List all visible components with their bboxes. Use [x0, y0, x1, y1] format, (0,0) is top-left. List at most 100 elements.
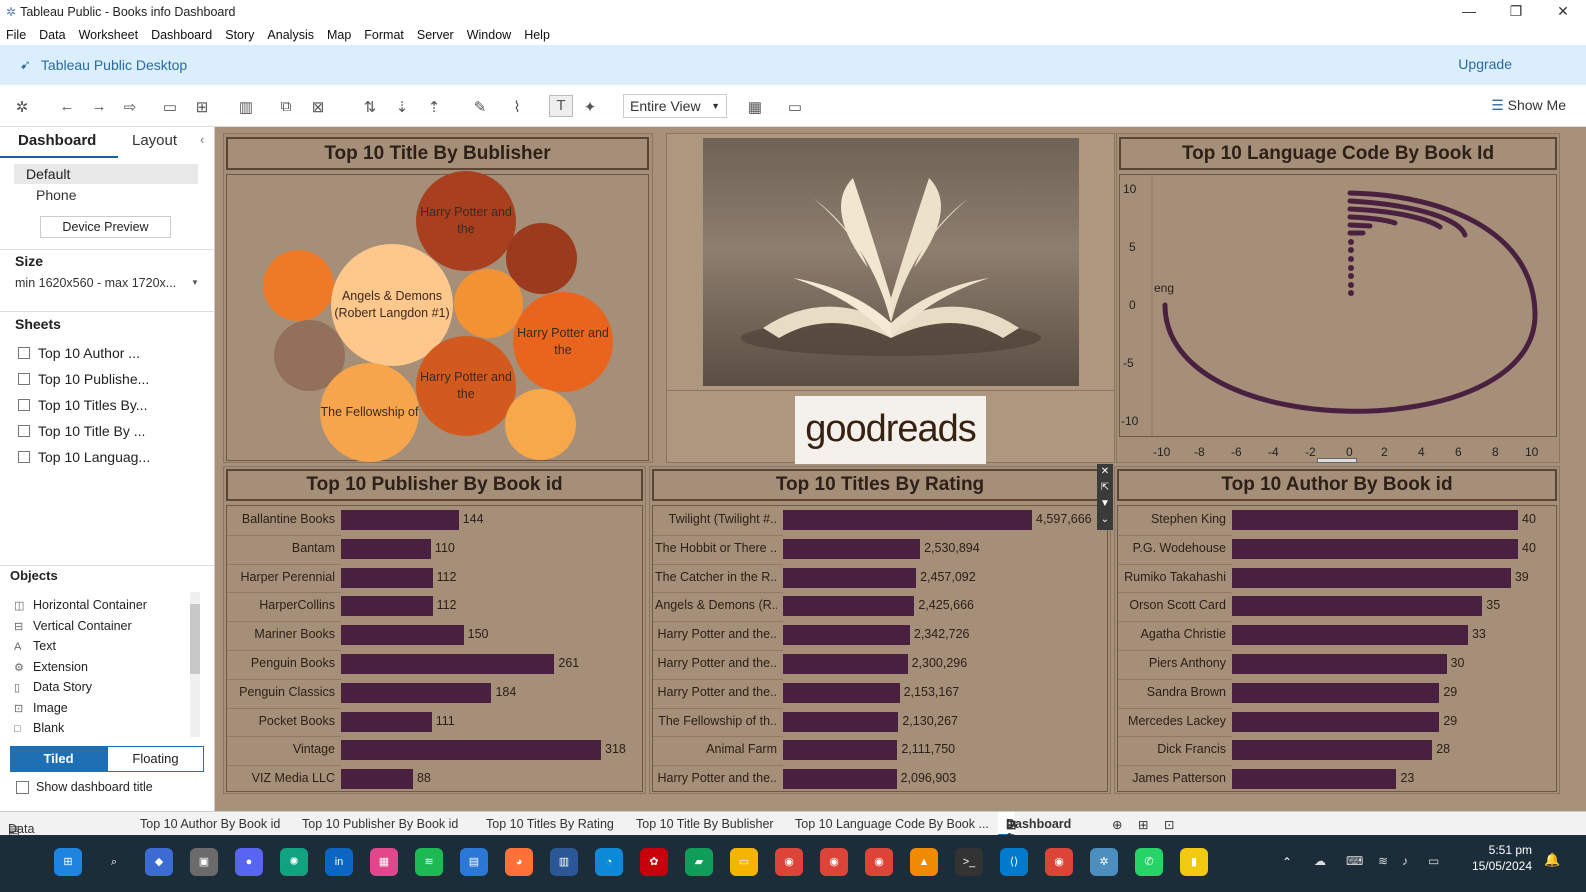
- replay-icon[interactable]: ⇨: [120, 98, 140, 116]
- objects-scrollbar[interactable]: [190, 592, 200, 737]
- chrome-icon[interactable]: ◉: [1045, 848, 1073, 876]
- tableau-logo-icon[interactable]: ✲: [12, 98, 32, 116]
- classroom-icon[interactable]: ▰: [685, 848, 713, 876]
- bar[interactable]: [1232, 769, 1397, 790]
- bar[interactable]: [341, 625, 464, 646]
- remove-icon[interactable]: ✕: [1097, 464, 1113, 480]
- author-chart-zone[interactable]: Top 10 Author By Book id Stephen King 40 P…: [1114, 466, 1560, 794]
- search-icon[interactable]: ⌕: [100, 848, 128, 876]
- menu-window[interactable]: Window: [467, 28, 511, 42]
- minimize-button[interactable]: —: [1446, 0, 1492, 24]
- new-worksheet-tab-icon[interactable]: ⊕: [1112, 817, 1122, 832]
- sheet-tab[interactable]: Top 10 Publisher By Book id: [302, 817, 458, 831]
- bar[interactable]: [1232, 596, 1483, 617]
- show-cards-icon[interactable]: ▦: [745, 98, 765, 116]
- collapse-icon[interactable]: ‹: [200, 132, 204, 147]
- bar[interactable]: [783, 567, 917, 588]
- undo-icon[interactable]: ←: [57, 98, 77, 115]
- bar[interactable]: [341, 510, 459, 530]
- sheet-tab[interactable]: Top 10 Titles By Rating: [486, 817, 614, 831]
- bar[interactable]: [1232, 625, 1468, 646]
- bar[interactable]: [783, 682, 900, 703]
- object-extension[interactable]: ⚙ Extension: [14, 660, 88, 674]
- clear-sheet-icon[interactable]: ⊠: [308, 98, 328, 116]
- notepad-icon[interactable]: ▥: [550, 848, 578, 876]
- bar[interactable]: [1232, 682, 1440, 703]
- object-data-story[interactable]: ▯ Data Story: [14, 680, 92, 694]
- new-datasource-icon[interactable]: ⊞: [192, 98, 212, 116]
- firefox-icon[interactable]: ◕: [505, 848, 533, 876]
- bubble[interactable]: [263, 250, 334, 321]
- bar[interactable]: [341, 596, 433, 617]
- menu-dashboard[interactable]: Dashboard: [151, 28, 212, 42]
- show-me-button[interactable]: ☰ Show Me: [1491, 97, 1566, 114]
- sheet-item[interactable]: Top 10 Languag...: [18, 449, 150, 465]
- vlc-icon[interactable]: ▲: [910, 848, 938, 876]
- chevron-up-icon[interactable]: ⌃: [1282, 855, 1292, 869]
- bar[interactable]: [341, 538, 431, 559]
- file-explorer-icon[interactable]: ▭: [730, 848, 758, 876]
- new-worksheet-icon[interactable]: ▥: [236, 98, 256, 116]
- upgrade-link[interactable]: Upgrade: [1458, 56, 1512, 72]
- bubble[interactable]: The Fellowship of: [320, 363, 419, 462]
- save-icon[interactable]: ▭: [160, 98, 180, 116]
- bar[interactable]: [1232, 654, 1447, 674]
- device-default[interactable]: Default: [14, 164, 198, 184]
- tab-layout[interactable]: Layout: [132, 132, 177, 149]
- duplicate-icon[interactable]: ⧉: [276, 98, 296, 115]
- publisher-chart-zone[interactable]: Top 10 Publisher By Book id Ballantine B…: [223, 466, 646, 794]
- menu-data[interactable]: Data: [39, 28, 65, 42]
- chatgpt-icon[interactable]: ✺: [280, 848, 308, 876]
- menu-analysis[interactable]: Analysis: [267, 28, 314, 42]
- copilot-icon[interactable]: ◆: [145, 848, 173, 876]
- bar[interactable]: [341, 740, 601, 761]
- bar[interactable]: [341, 711, 432, 732]
- task-view-icon[interactable]: ▣: [190, 848, 218, 876]
- sheet-item[interactable]: Top 10 Title By ...: [18, 423, 145, 439]
- keyboard-icon[interactable]: ⌨: [1346, 854, 1363, 868]
- highlight-icon[interactable]: ✎: [470, 98, 490, 116]
- pin-axes-icon[interactable]: ✦: [580, 98, 600, 116]
- vscode-icon[interactable]: ⟨⟩: [1000, 848, 1028, 876]
- bar[interactable]: [783, 769, 897, 790]
- object-horizontal-container[interactable]: ◫ Horizontal Container: [14, 598, 147, 612]
- onedrive-icon[interactable]: ☁: [1314, 854, 1326, 868]
- bubble[interactable]: Harry Potter and the: [416, 171, 516, 271]
- menu-server[interactable]: Server: [417, 28, 454, 42]
- device-preview-button[interactable]: Device Preview: [40, 216, 171, 238]
- object-vertical-container[interactable]: ⊟ Vertical Container: [14, 619, 132, 633]
- bar[interactable]: [341, 769, 413, 790]
- spotify-icon[interactable]: ≋: [415, 848, 443, 876]
- wifi-icon[interactable]: ≋: [1378, 854, 1388, 868]
- bubble[interactable]: [505, 389, 576, 460]
- bar[interactable]: [783, 538, 921, 559]
- menu-format[interactable]: Format: [364, 28, 404, 42]
- bar[interactable]: [1232, 740, 1433, 761]
- linkedin-icon[interactable]: in: [325, 848, 353, 876]
- image-zone[interactable]: goodreads: [666, 133, 1115, 464]
- store-icon[interactable]: ▤: [460, 848, 488, 876]
- photos-icon[interactable]: ▦: [370, 848, 398, 876]
- scrollbar-thumb[interactable]: [190, 604, 200, 674]
- swap-icon[interactable]: ⇅: [360, 98, 380, 116]
- clock-time[interactable]: 5:51 pm: [1470, 843, 1532, 857]
- menu-map[interactable]: Map: [327, 28, 351, 42]
- powerbi-icon[interactable]: ▮: [1180, 848, 1208, 876]
- resize-handle[interactable]: [1317, 458, 1357, 463]
- huawei-icon[interactable]: ✿: [640, 848, 668, 876]
- terminal-icon[interactable]: >_: [955, 848, 983, 876]
- close-button[interactable]: ✕: [1540, 0, 1586, 24]
- fit-view-select[interactable]: Entire View ▼: [623, 94, 727, 118]
- bar[interactable]: [783, 510, 1032, 530]
- show-title-checkbox[interactable]: [16, 781, 29, 794]
- chrome-icon[interactable]: ◉: [865, 848, 893, 876]
- battery-icon[interactable]: ▭: [1428, 854, 1439, 868]
- bar[interactable]: [783, 740, 898, 761]
- bar[interactable]: [783, 625, 910, 646]
- device-phone[interactable]: Phone: [36, 187, 76, 203]
- clock-date[interactable]: 15/05/2024: [1460, 859, 1532, 873]
- bar[interactable]: [341, 654, 555, 674]
- chrome-icon[interactable]: ◉: [775, 848, 803, 876]
- bubble-chart-zone[interactable]: Top 10 Title By Bublisher Harry Potter a…: [223, 133, 653, 463]
- tab-dashboard-1[interactable]: ⊞ Dashboard 1: [998, 812, 1071, 845]
